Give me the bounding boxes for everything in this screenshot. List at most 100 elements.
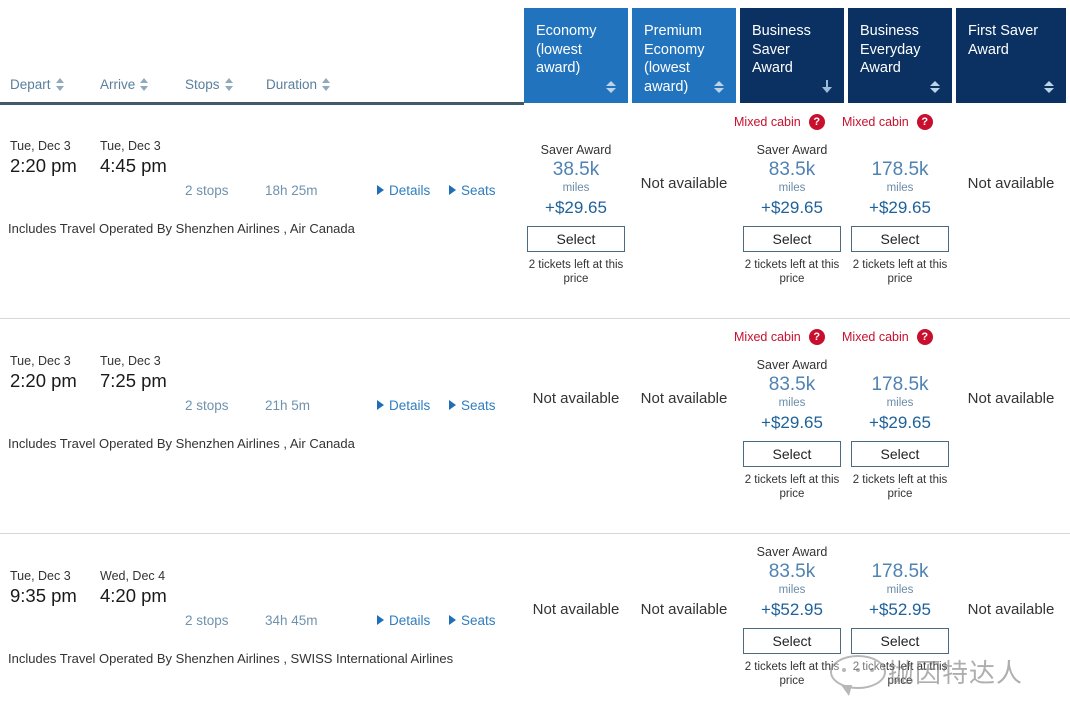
sort-updown-icon — [224, 77, 234, 91]
sort-column-stops[interactable]: Stops — [185, 76, 234, 92]
select-button[interactable]: Select — [851, 441, 949, 467]
depart-date: Tue, Dec 3 — [10, 569, 71, 583]
tickets-left-notice: 2 tickets left at this price — [744, 474, 840, 500]
sort-column-label: Arrive — [100, 76, 136, 92]
award-miles-unit: miles — [886, 397, 914, 409]
arrive: Wed, Dec 4 4:20 pm — [100, 569, 167, 607]
sort-column-arrive[interactable]: Arrive — [100, 76, 149, 92]
arrive-time: 7:25 pm — [100, 370, 167, 391]
fare-not-available: Not available — [640, 390, 728, 407]
sort-column-depart[interactable]: Depart — [10, 76, 65, 92]
details-link[interactable]: Details — [377, 182, 430, 198]
award-type-label: Saver Award — [756, 545, 828, 559]
arrive: Tue, Dec 3 7:25 pm — [100, 354, 167, 392]
award-cash-amount: +$29.65 — [869, 198, 931, 217]
sort-column-label: Stops — [185, 76, 220, 92]
seats-link-label: Seats — [461, 397, 496, 413]
depart: Tue, Dec 3 2:20 pm — [10, 354, 77, 392]
tickets-left-notice: 2 tickets left at this price — [744, 259, 840, 285]
award-type-label: Saver Award — [540, 143, 612, 157]
select-button[interactable]: Select — [743, 226, 841, 252]
seats-link[interactable]: Seats — [449, 182, 496, 198]
fare-column-header-business-everyday[interactable]: Business Everyday Award — [848, 8, 952, 103]
award-miles-amount: 83.5k — [768, 374, 816, 395]
arrive-date: Wed, Dec 4 — [100, 569, 166, 583]
sort-updown-icon[interactable] — [930, 80, 940, 94]
award-miles-amount: 38.5k — [552, 159, 600, 180]
operated-by-text: Includes Travel Operated By Shenzhen Air… — [8, 651, 454, 666]
operated-by-text: Includes Travel Operated By Shenzhen Air… — [8, 436, 355, 451]
select-button[interactable]: Select — [527, 226, 625, 252]
fare-column-header-business-saver[interactable]: Business Saver Award — [740, 8, 844, 103]
fare-cell-business-saver: Saver Award 83.5k miles +$29.65 Select 2 tick… — [740, 320, 844, 501]
depart-time: 2:20 pm — [10, 370, 77, 391]
select-button[interactable]: Select — [851, 628, 949, 654]
fare-column-header-first-saver[interactable]: First Saver Award — [956, 8, 1066, 103]
award-miles-amount: 178.5k — [871, 374, 929, 395]
depart-date: Tue, Dec 3 — [10, 139, 71, 153]
sort-column-duration[interactable]: Duration — [266, 76, 331, 92]
tickets-left-notice: 2 tickets left at this price — [744, 661, 840, 687]
arrive: Tue, Dec 3 4:45 pm — [100, 139, 167, 177]
award-cash-amount: +$52.95 — [869, 600, 931, 619]
triangle-right-icon — [377, 615, 384, 626]
award-cash-amount: +$52.95 — [761, 600, 823, 619]
select-button[interactable]: Select — [851, 226, 949, 252]
sort-descending-icon[interactable] — [822, 80, 832, 94]
fare-column-label: Economy (lowest award) — [536, 23, 597, 76]
select-button[interactable]: Select — [743, 628, 841, 654]
fare-not-available: Not available — [967, 175, 1055, 192]
details-link-label: Details — [389, 182, 431, 198]
fare-cell-economy: Saver Award 38.5k miles +$29.65 Select 2 tick… — [524, 105, 628, 286]
seats-link[interactable]: Seats — [449, 612, 496, 628]
fare-cell-business-everyday: 178.5k miles +$29.65 Select 2 tickets left a… — [848, 320, 952, 501]
award-type-label — [848, 545, 952, 560]
award-miles-unit: miles — [778, 584, 806, 596]
tickets-left-notice: 2 tickets left at this price — [852, 661, 948, 687]
row-divider — [0, 533, 1070, 534]
depart-time: 9:35 pm — [10, 585, 77, 606]
sort-updown-icon[interactable] — [606, 80, 616, 94]
fare-column-header-premium-economy[interactable]: Premium Economy (lowest award) — [632, 8, 736, 103]
fare-not-available: Not available — [640, 175, 728, 192]
sort-updown-icon[interactable] — [1044, 80, 1054, 94]
award-miles-amount: 83.5k — [768, 159, 816, 180]
award-type-label: Saver Award — [756, 358, 828, 372]
fare-not-available: Not available — [532, 390, 620, 407]
sort-updown-icon — [55, 77, 65, 91]
tickets-left-notice: 2 tickets left at this price — [852, 259, 948, 285]
award-miles-unit: miles — [778, 397, 806, 409]
award-miles-unit: miles — [886, 182, 914, 194]
arrive-date: Tue, Dec 3 — [100, 139, 161, 153]
seats-link-label: Seats — [461, 182, 496, 198]
triangle-right-icon — [377, 400, 384, 411]
award-miles-amount: 178.5k — [871, 561, 929, 582]
fare-column-header-economy[interactable]: Economy (lowest award) — [524, 8, 628, 103]
results-table-header: Depart Arrive Stops Duration Economy (lowes… — [0, 0, 1070, 105]
depart: Tue, Dec 3 2:20 pm — [10, 139, 77, 177]
details-link[interactable]: Details — [377, 612, 430, 628]
triangle-right-icon — [377, 185, 384, 196]
sort-column-label: Depart — [10, 76, 51, 92]
fare-column-label: First Saver Award — [968, 23, 1039, 58]
details-link[interactable]: Details — [377, 397, 430, 413]
fare-column-label: Business Everyday Award — [860, 23, 921, 76]
depart-time: 2:20 pm — [10, 155, 77, 176]
award-cash-amount: +$29.65 — [761, 413, 823, 432]
duration: 18h 25m — [265, 183, 318, 198]
seats-link[interactable]: Seats — [449, 397, 496, 413]
arrive-time: 4:20 pm — [100, 585, 167, 606]
depart-date: Tue, Dec 3 — [10, 354, 71, 368]
award-miles-unit: miles — [562, 182, 590, 194]
details-link-label: Details — [389, 612, 431, 628]
award-miles-amount: 83.5k — [768, 561, 816, 582]
triangle-right-icon — [449, 185, 456, 196]
select-button[interactable]: Select — [743, 441, 841, 467]
flight-row: Tue, Dec 3 2:20 pm Tue, Dec 3 4:45 pm 2 stop… — [0, 105, 1070, 318]
award-miles-unit: miles — [778, 182, 806, 194]
sort-updown-icon[interactable] — [714, 80, 724, 94]
seats-link-label: Seats — [461, 612, 496, 628]
depart: Tue, Dec 3 9:35 pm — [10, 569, 77, 607]
row-divider — [0, 318, 1070, 319]
fare-not-available: Not available — [532, 601, 620, 618]
